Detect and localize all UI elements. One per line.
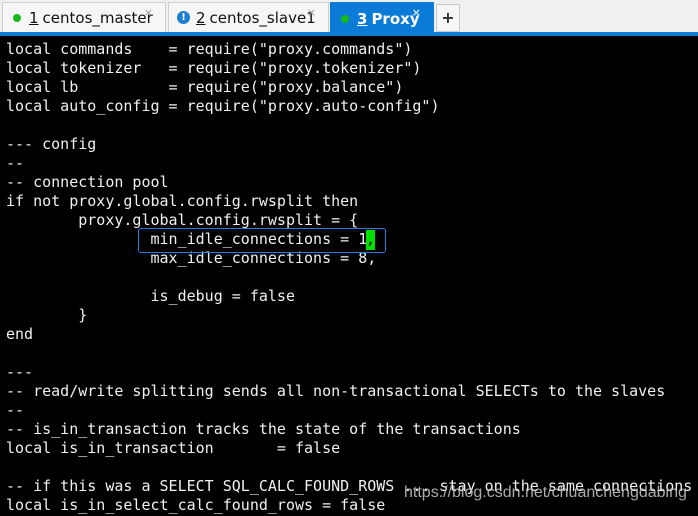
tab-centos-slave1[interactable]: ! 2 centos_slave1 × <box>168 2 329 32</box>
terminal-line: --- config <box>6 135 97 153</box>
terminal-cursor: , <box>366 230 376 250</box>
watermark: https://blog.csdn.net/chuanchengdabing <box>404 484 687 501</box>
terminal-line: local is_in_transaction = false <box>6 439 341 457</box>
tab-proxy[interactable]: 3 Proxy × <box>330 2 434 34</box>
terminal-line: local lb = require("proxy.balance") <box>6 78 404 96</box>
active-tab-underline <box>0 32 698 36</box>
connected-status-icon <box>341 14 349 23</box>
connected-status-icon <box>13 13 21 22</box>
terminal-line: -- read/write splitting sends all non-tr… <box>6 382 666 400</box>
tab-label: centos_slave1 <box>209 8 316 27</box>
tab-number: 2 <box>196 8 206 27</box>
terminal-line: local tokenizer = require("proxy.tokeniz… <box>6 59 422 77</box>
tab-number: 3 <box>357 9 368 28</box>
terminal-line: end <box>6 325 34 343</box>
tab-number: 1 <box>29 8 39 27</box>
close-icon[interactable]: × <box>412 6 421 19</box>
tab-label: centos_master <box>42 8 153 27</box>
selection-box <box>138 228 386 253</box>
terminal-line: -- connection pool <box>6 173 169 191</box>
close-icon[interactable]: × <box>144 6 153 19</box>
terminal-line: -- <box>6 154 25 172</box>
add-tab-button[interactable]: + <box>436 4 460 32</box>
terminal-line: -- <box>6 401 25 419</box>
terminal-line: if not proxy.global.config.rwsplit then <box>6 192 359 210</box>
terminal-line: } <box>6 306 88 324</box>
warning-icon: ! <box>177 11 190 24</box>
close-icon[interactable]: × <box>307 6 316 19</box>
terminal-line: is_debug = false <box>6 287 295 305</box>
terminal-line: --- <box>6 363 34 381</box>
tab-centos-master[interactable]: 1 centos_master × <box>2 2 166 32</box>
terminal-line: local commands = require("proxy.commands… <box>6 40 413 58</box>
tab-bar: 1 centos_master × ! 2 centos_slave1 × 3 … <box>0 0 698 34</box>
terminal-line: -- is_in_transaction tracks the state of… <box>6 420 521 438</box>
terminal-output[interactable]: local commands = require("proxy.commands… <box>6 40 692 515</box>
terminal-line: local auto_config = require("proxy.auto-… <box>6 97 440 115</box>
